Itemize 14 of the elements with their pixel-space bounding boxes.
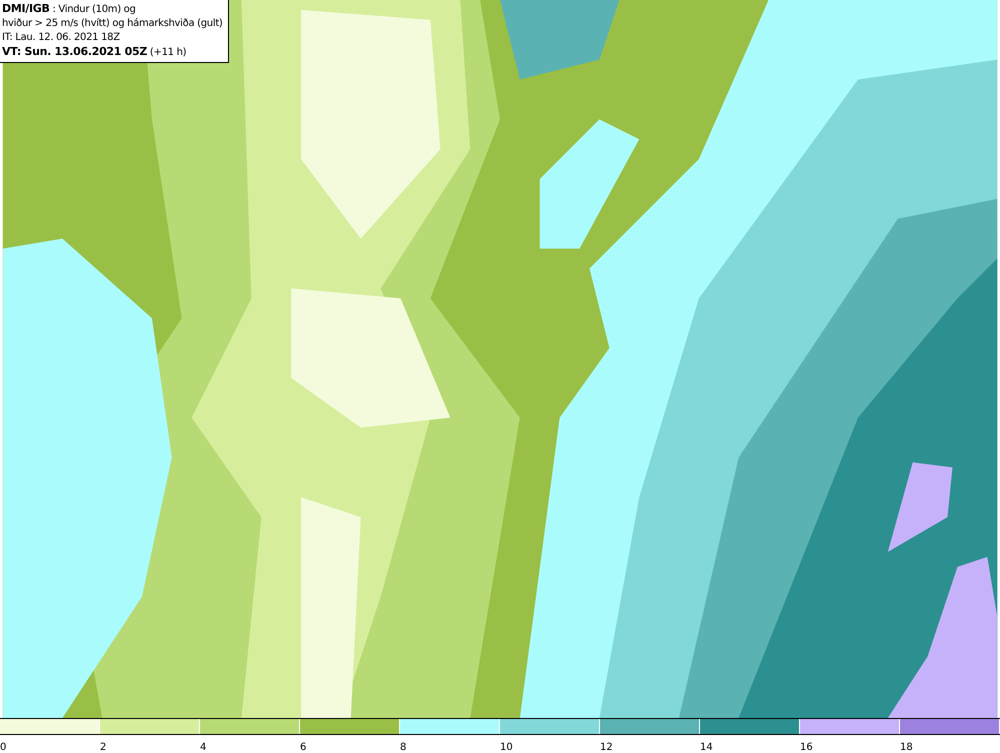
legend-label: 10 (500, 741, 513, 753)
legend-label: 16 (800, 741, 813, 753)
legend-label: 6 (300, 741, 306, 753)
title-line: VT: Sun. 13.06.2021 05Z (+11 h) (2, 45, 188, 60)
legend-label: 4 (200, 741, 206, 753)
title-line: DMI/IGB : Vindur (10m) og (2, 2, 137, 17)
title-line: IT: Lau. 12. 06. 2021 18Z (2, 31, 121, 45)
legend-label: 18 (900, 741, 913, 753)
legend-label: 8 (400, 741, 406, 753)
legend-label: 14 (700, 741, 713, 753)
legend-label: 2 (100, 741, 106, 753)
title-line: hviður > 25 m/s (hvítt) og hámarkshviða (gult) (2, 17, 224, 31)
legend-label: 0 (0, 741, 6, 753)
legend-label: 12 (600, 741, 613, 753)
